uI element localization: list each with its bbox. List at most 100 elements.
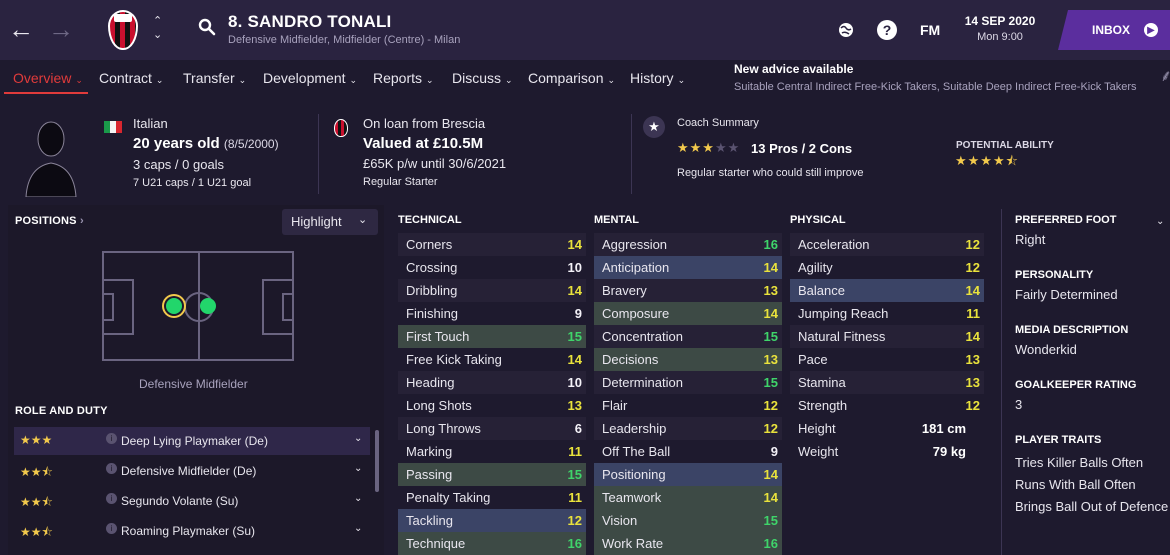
attribute-row-tackling[interactable]: Tackling 12: [398, 509, 586, 532]
positions-title[interactable]: POSITIONS ›: [15, 215, 84, 227]
attribute-row-jumping-reach[interactable]: Jumping Reach 11: [790, 302, 984, 325]
attribute-row-agility[interactable]: Agility 12: [790, 256, 984, 279]
star-icon: ★: [643, 116, 665, 138]
attribute-row-balance[interactable]: Balance 14: [790, 279, 984, 302]
game-date[interactable]: 14 SEP 2020 Mon 9:00: [955, 14, 1045, 43]
attribute-name: Marking: [406, 444, 453, 459]
advice-text[interactable]: Suitable Central Indirect Free-Kick Take…: [734, 81, 1137, 93]
help-icon[interactable]: ?: [877, 20, 897, 40]
attribute-row-off-the-ball[interactable]: Off The Ball 9: [594, 440, 782, 463]
attribute-row-anticipation[interactable]: Anticipation 14: [594, 256, 782, 279]
attribute-row-pace[interactable]: Pace 13: [790, 348, 984, 371]
info-icon[interactable]: i: [106, 463, 117, 474]
attribute-row-work-rate[interactable]: Work Rate 16: [594, 532, 782, 555]
attribute-row-determination[interactable]: Determination 15: [594, 371, 782, 394]
pitch-diagram: [102, 251, 294, 361]
attribute-name: Pace: [798, 352, 828, 367]
attribute-value: 13: [763, 352, 778, 367]
attribute-row-finishing[interactable]: Finishing 9: [398, 302, 586, 325]
attribute-row-aggression[interactable]: Aggression 16: [594, 233, 782, 256]
info-icon[interactable]: i: [106, 433, 117, 444]
attribute-row-decisions[interactable]: Decisions 13: [594, 348, 782, 371]
potential-star-rating: ★★★★⯪: [955, 153, 1019, 168]
tab-comparison[interactable]: Comparison ⌄: [528, 70, 615, 86]
tab-history[interactable]: History ⌄: [630, 70, 685, 86]
attribute-name: Heading: [406, 375, 455, 390]
attribute-row-long-throws[interactable]: Long Throws 6: [398, 417, 586, 440]
tab-development[interactable]: Development ⌄: [263, 70, 357, 86]
position-dm-dot[interactable]: [166, 298, 182, 314]
attribute-row-leadership[interactable]: Leadership 12: [594, 417, 782, 440]
tab-transfer[interactable]: Transfer ⌄: [183, 70, 246, 86]
physical-title: PHYSICAL: [790, 214, 846, 226]
chevron-down-icon[interactable]: ⌄: [354, 523, 362, 534]
club-crest-icon[interactable]: [108, 10, 138, 50]
inbox-button[interactable]: INBOX ▶: [1058, 10, 1170, 50]
roles-scrollbar[interactable]: [375, 430, 379, 492]
player-trait[interactable]: Tries Killer Balls Often: [1015, 455, 1143, 470]
search-icon[interactable]: [198, 18, 216, 36]
attribute-row-acceleration[interactable]: Acceleration 12: [790, 233, 984, 256]
loan-club-crest-icon[interactable]: [334, 119, 348, 137]
nationality[interactable]: Italian: [133, 116, 168, 131]
attribute-row-passing[interactable]: Passing 15: [398, 463, 586, 486]
attribute-row-natural-fitness[interactable]: Natural Fitness 14: [790, 325, 984, 348]
chevron-down-icon[interactable]: ⌄: [354, 463, 362, 474]
chevron-down-icon: ⌄: [677, 75, 686, 85]
attribute-value: 15: [763, 375, 778, 390]
attribute-row-marking[interactable]: Marking 11: [398, 440, 586, 463]
position-mc-dot[interactable]: [200, 298, 216, 314]
attribute-row-corners[interactable]: Corners 14: [398, 233, 586, 256]
chevron-down-icon[interactable]: ⌄: [1156, 216, 1164, 227]
globe-icon[interactable]: [836, 20, 856, 40]
chevron-down-icon[interactable]: ⌄: [354, 433, 362, 444]
highlight-dropdown[interactable]: Highlight ⌄: [282, 209, 378, 235]
attribute-row-technique[interactable]: Technique 16: [398, 532, 586, 555]
attribute-value: 10: [567, 260, 582, 275]
role-row[interactable]: ★★⯪ i Defensive Midfielder (De) ⌄: [14, 457, 370, 485]
tab-contract[interactable]: Contract ⌄: [99, 70, 163, 86]
attribute-row-penalty-taking[interactable]: Penalty Taking 11: [398, 486, 586, 509]
attribute-row-composure[interactable]: Composure 14: [594, 302, 782, 325]
attribute-row-bravery[interactable]: Bravery 13: [594, 279, 782, 302]
attribute-row-vision[interactable]: Vision 15: [594, 509, 782, 532]
role-label: Roaming Playmaker (Su): [121, 524, 256, 538]
role-duty-title: ROLE AND DUTY: [15, 405, 108, 417]
attribute-row-teamwork[interactable]: Teamwork 14: [594, 486, 782, 509]
advice-icon[interactable]: ⸙: [1160, 64, 1170, 86]
player-trait[interactable]: Runs With Ball Often: [1015, 477, 1136, 492]
forward-arrow-icon[interactable]: →: [48, 14, 74, 44]
wage[interactable]: £65K p/w until 30/6/2021: [363, 156, 506, 171]
attribute-row-crossing[interactable]: Crossing 10: [398, 256, 586, 279]
player-trait[interactable]: Brings Ball Out of Defence: [1015, 499, 1168, 514]
attribute-row-dribbling[interactable]: Dribbling 14: [398, 279, 586, 302]
advice-title[interactable]: New advice available: [734, 62, 853, 76]
attribute-row-free-kick-taking[interactable]: Free Kick Taking 14: [398, 348, 586, 371]
attribute-row-strength[interactable]: Strength 12: [790, 394, 984, 417]
attribute-row-concentration[interactable]: Concentration 15: [594, 325, 782, 348]
coach-summary-title: Coach Summary: [677, 117, 759, 129]
attribute-row-positioning[interactable]: Positioning 14: [594, 463, 782, 486]
pros-cons[interactable]: 13 Pros / 2 Cons: [751, 141, 852, 156]
role-row[interactable]: ★★⯪ i Roaming Playmaker (Su) ⌄: [14, 517, 370, 545]
fm-logo[interactable]: FM: [920, 22, 940, 38]
role-row[interactable]: ★★⯪ i Segundo Volante (Su) ⌄: [14, 487, 370, 515]
attribute-row-stamina[interactable]: Stamina 13: [790, 371, 984, 394]
tab-overview[interactable]: Overview ⌄: [13, 70, 83, 86]
role-row[interactable]: ★★★ i Deep Lying Playmaker (De) ⌄: [14, 427, 370, 455]
loan-status[interactable]: On loan from Brescia: [363, 116, 485, 131]
attribute-value: 14: [965, 283, 980, 298]
info-icon[interactable]: i: [106, 523, 117, 534]
back-arrow-icon[interactable]: ←: [8, 14, 34, 44]
attribute-row-flair[interactable]: Flair 12: [594, 394, 782, 417]
info-icon[interactable]: i: [106, 493, 117, 504]
attribute-row-heading[interactable]: Heading 10: [398, 371, 586, 394]
chevron-down-icon[interactable]: ⌄: [354, 493, 362, 504]
player-nav-updown[interactable]: ⌃ ⌄: [153, 14, 162, 42]
tab-reports[interactable]: Reports ⌄: [373, 70, 434, 86]
attribute-row-first-touch[interactable]: First Touch 15: [398, 325, 586, 348]
attribute-name: Determination: [602, 375, 683, 390]
attribute-row-long-shots[interactable]: Long Shots 13: [398, 394, 586, 417]
tab-discuss[interactable]: Discuss ⌄: [452, 70, 513, 86]
preferred-foot-value: Right: [1015, 232, 1046, 247]
